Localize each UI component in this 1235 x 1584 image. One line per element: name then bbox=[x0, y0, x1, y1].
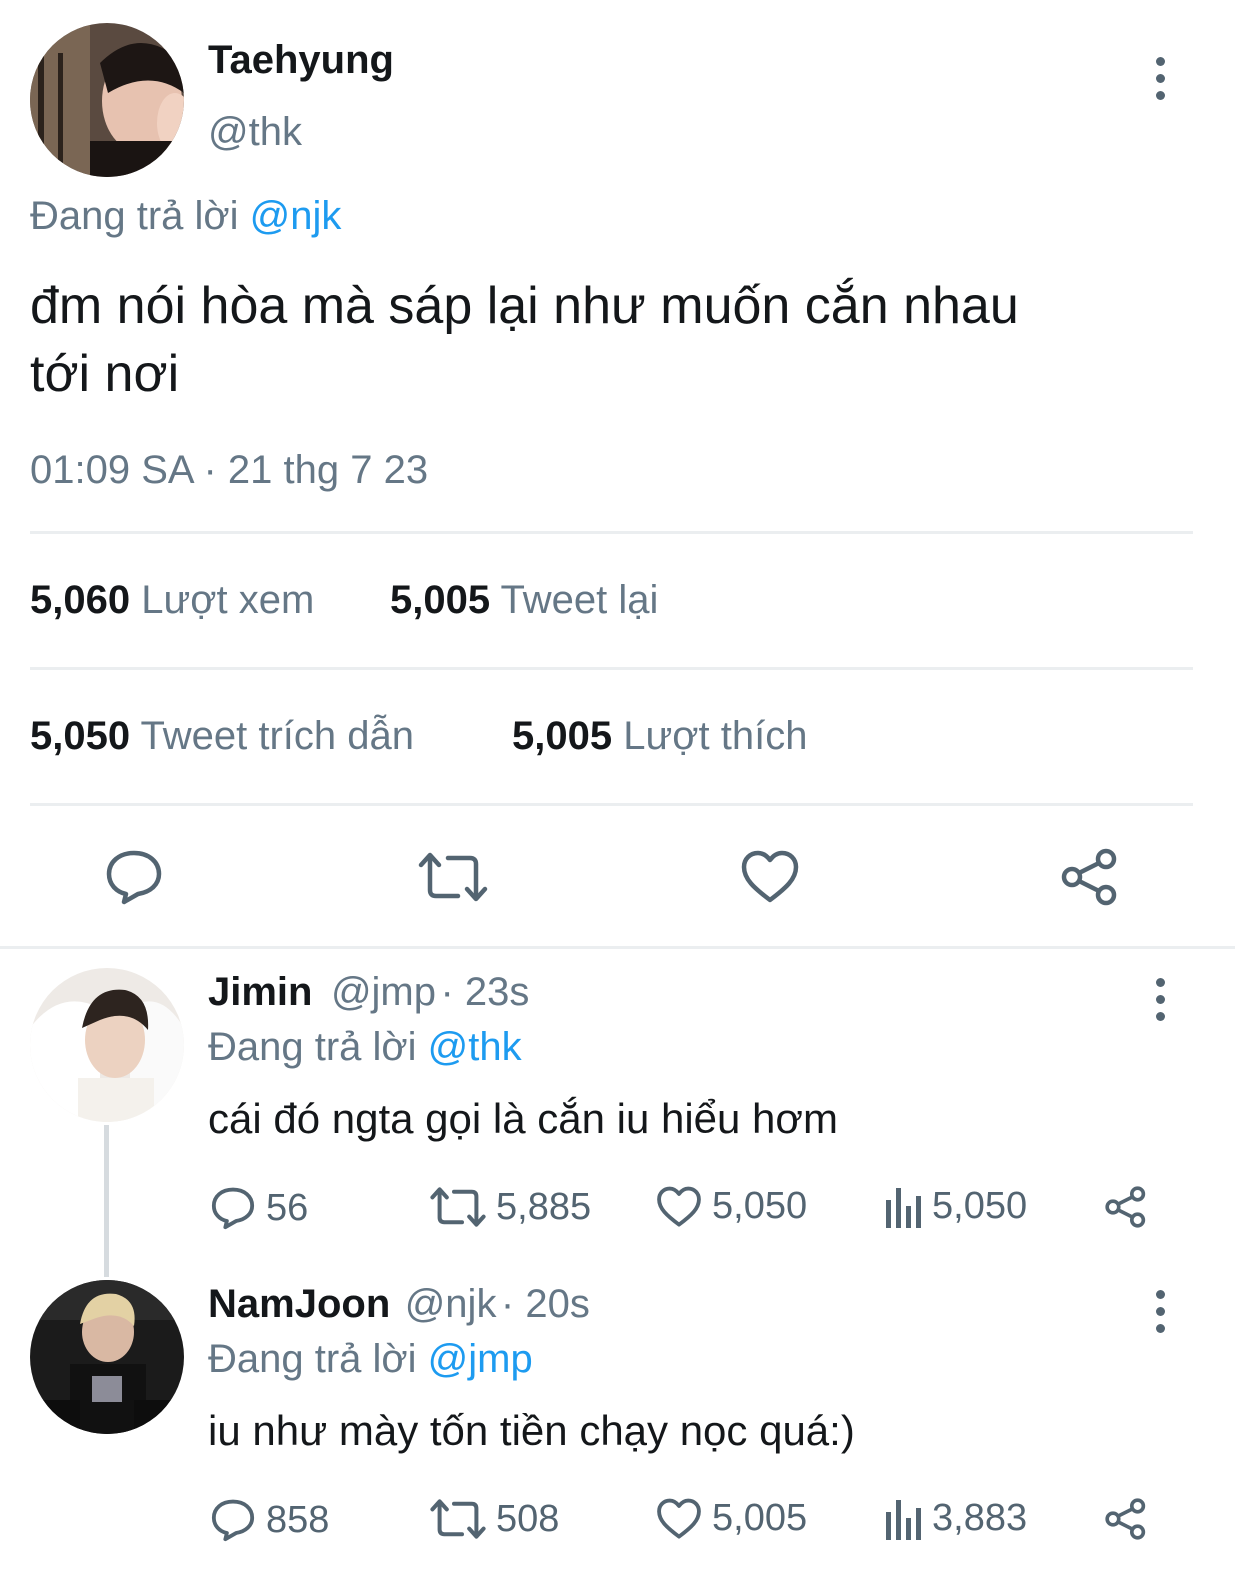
heart-icon bbox=[741, 850, 799, 903]
reply-share-button[interactable] bbox=[1104, 1186, 1148, 1228]
comment-icon bbox=[211, 1499, 255, 1542]
reply-text: iu như mày tốn tiền chạy nọc quá:) bbox=[208, 1407, 855, 1454]
replying-to-line: Đang trả lời @njk bbox=[30, 194, 341, 239]
like-count: 5,005 bbox=[712, 1497, 808, 1539]
reply-replying-to: Đang trả lời @thk bbox=[208, 1025, 522, 1070]
divider bbox=[30, 667, 1193, 670]
replying-to-link[interactable]: @thk bbox=[428, 1025, 522, 1069]
divider bbox=[30, 803, 1193, 806]
retweet-icon bbox=[430, 1499, 486, 1539]
likes-count: 5,005 bbox=[512, 714, 613, 758]
replying-prefix: Đang trả lời bbox=[208, 1337, 417, 1381]
retweets-count: 5,005 bbox=[390, 578, 491, 622]
views-label: Lượt xem bbox=[141, 578, 315, 622]
views-chart-icon bbox=[886, 1187, 921, 1228]
quotes-label: Tweet trích dẫn bbox=[140, 714, 414, 758]
reply-header: Jimin @jmp · 23s bbox=[208, 970, 529, 1015]
replying-to-link[interactable]: @njk bbox=[250, 194, 342, 238]
reply-share-button[interactable] bbox=[1104, 1498, 1148, 1540]
quotes-count: 5,050 bbox=[30, 714, 131, 758]
reply-time[interactable]: · 23s bbox=[440, 970, 529, 1014]
heart-icon bbox=[657, 1186, 701, 1227]
quotes-stat[interactable]: 5,050 Tweet trích dẫn bbox=[30, 714, 414, 759]
replying-to-link[interactable]: @jmp bbox=[428, 1337, 533, 1381]
share-icon bbox=[1105, 1186, 1146, 1228]
comment-icon bbox=[106, 850, 162, 905]
reply-header: NamJoon @njk · 20s bbox=[208, 1282, 590, 1327]
tweet-text-line1: đm nói hòa mà sáp lại như muốn cắn nhau bbox=[30, 277, 1019, 335]
like-button[interactable] bbox=[740, 850, 800, 904]
more-options-icon[interactable] bbox=[1145, 1290, 1175, 1333]
reply-replying-to: Đang trả lời @jmp bbox=[208, 1337, 533, 1382]
more-options-icon[interactable] bbox=[1145, 57, 1175, 100]
reply-time[interactable]: · 20s bbox=[501, 1282, 590, 1326]
retweet-count: 508 bbox=[496, 1497, 560, 1540]
main-handle[interactable]: @thk bbox=[208, 110, 302, 155]
comment-icon bbox=[211, 1187, 255, 1230]
main-display-name[interactable]: Taehyung bbox=[208, 38, 394, 83]
share-icon bbox=[1061, 848, 1117, 906]
replying-prefix: Đang trả lời bbox=[208, 1025, 417, 1069]
thread-line bbox=[104, 1125, 109, 1277]
reply-like-button[interactable]: 5,005 bbox=[656, 1497, 807, 1540]
views-chart-icon bbox=[886, 1499, 921, 1540]
share-button[interactable] bbox=[1060, 848, 1120, 906]
views-count: 5,060 bbox=[30, 578, 131, 622]
more-options-icon[interactable] bbox=[1145, 978, 1175, 1021]
tweet-text: đm nói hòa mà sáp lại như muốn cắn nhau … bbox=[30, 272, 1019, 408]
reply-retweet-button[interactable]: 508 bbox=[430, 1497, 559, 1541]
views-count: 5,050 bbox=[932, 1185, 1028, 1227]
tweet-timestamp[interactable]: 01:09 SA · 21 thg 7 23 bbox=[30, 448, 428, 493]
retweets-stat[interactable]: 5,005 Tweet lại bbox=[390, 578, 658, 623]
reply-comment-button[interactable]: 56 bbox=[210, 1185, 308, 1231]
heart-icon bbox=[657, 1498, 701, 1539]
reply-comment-button[interactable]: 858 bbox=[210, 1497, 329, 1543]
reply-handle[interactable]: @njk bbox=[405, 1282, 497, 1326]
avatar-taehyung[interactable] bbox=[30, 23, 184, 177]
likes-label: Lượt thích bbox=[623, 714, 808, 758]
avatar-jimin[interactable] bbox=[30, 968, 184, 1122]
retweet-icon bbox=[418, 852, 488, 902]
like-count: 5,050 bbox=[712, 1185, 808, 1227]
comment-count: 858 bbox=[266, 1498, 330, 1541]
comment-count: 56 bbox=[266, 1186, 309, 1229]
reply-views-button[interactable]: 5,050 bbox=[884, 1185, 1027, 1228]
reply-like-button[interactable]: 5,050 bbox=[656, 1185, 807, 1228]
reply-display-name[interactable]: Jimin bbox=[208, 970, 312, 1014]
retweet-count: 5,885 bbox=[496, 1185, 592, 1228]
views-count: 3,883 bbox=[932, 1497, 1028, 1539]
reply-views-button[interactable]: 3,883 bbox=[884, 1497, 1027, 1540]
likes-stat[interactable]: 5,005 Lượt thích bbox=[512, 714, 807, 759]
tweet-text-line2: tới nơi bbox=[30, 345, 180, 403]
views-stat: 5,060 Lượt xem bbox=[30, 578, 314, 623]
avatar-namjoon[interactable] bbox=[30, 1280, 184, 1434]
reply-retweet-button[interactable]: 5,885 bbox=[430, 1185, 591, 1229]
retweets-label: Tweet lại bbox=[500, 578, 659, 622]
reply-button[interactable] bbox=[104, 848, 164, 906]
section-divider bbox=[0, 946, 1235, 949]
reply-text: cái đó ngta gọi là cắn iu hiểu hơm bbox=[208, 1095, 838, 1142]
replying-prefix: Đang trả lời bbox=[30, 194, 239, 238]
divider bbox=[30, 531, 1193, 534]
reply-display-name[interactable]: NamJoon bbox=[208, 1282, 390, 1326]
retweet-icon bbox=[430, 1187, 486, 1227]
reply-handle[interactable]: @jmp bbox=[331, 970, 436, 1014]
retweet-button[interactable] bbox=[418, 850, 488, 904]
share-icon bbox=[1105, 1498, 1146, 1540]
